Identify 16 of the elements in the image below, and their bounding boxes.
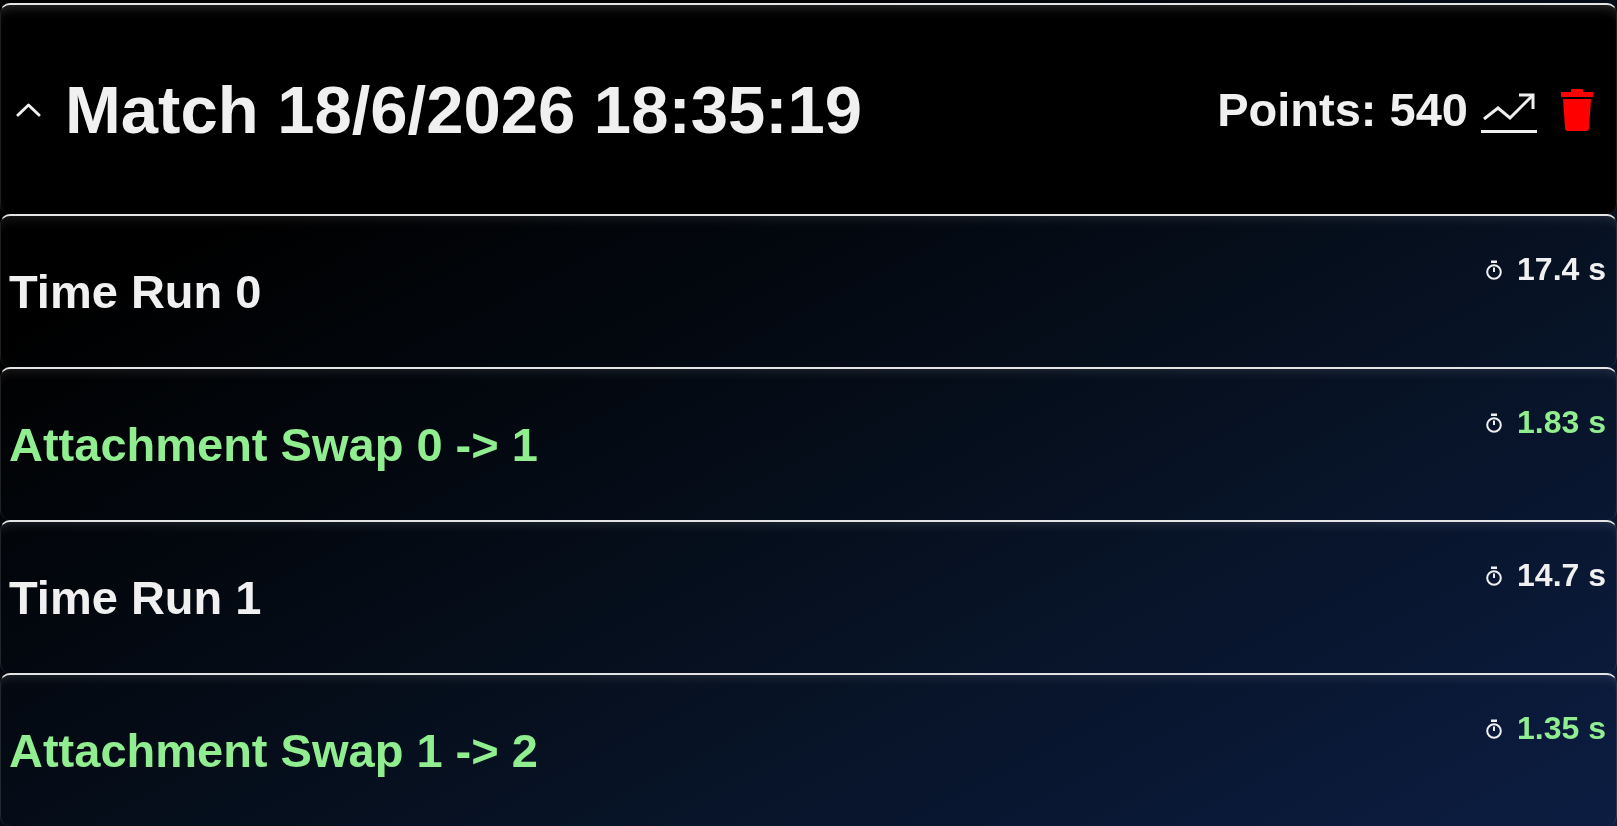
duration-text: 1.83 s xyxy=(1517,404,1606,441)
duration-text: 17.4 s xyxy=(1517,251,1606,288)
stopwatch-icon xyxy=(1485,718,1504,739)
stopwatch-icon xyxy=(1485,412,1504,433)
duration-text: 14.7 s xyxy=(1517,557,1606,594)
entry-title: Attachment Swap 0 -> 1 xyxy=(9,417,538,472)
trash-icon[interactable] xyxy=(1561,88,1593,131)
points-text: Points: 540 xyxy=(1217,82,1468,137)
entry-title: Attachment Swap 1 -> 2 xyxy=(9,723,538,778)
entry-title: Time Run 0 xyxy=(9,264,262,319)
match-title: Match 18/6/2026 18:35:19 xyxy=(65,71,863,148)
stopwatch-icon xyxy=(1485,259,1504,280)
caret-up-icon[interactable] xyxy=(16,102,41,117)
entry-title: Time Run 1 xyxy=(9,570,262,625)
stopwatch-icon xyxy=(1485,565,1504,586)
duration-text: 1.35 s xyxy=(1517,710,1606,747)
